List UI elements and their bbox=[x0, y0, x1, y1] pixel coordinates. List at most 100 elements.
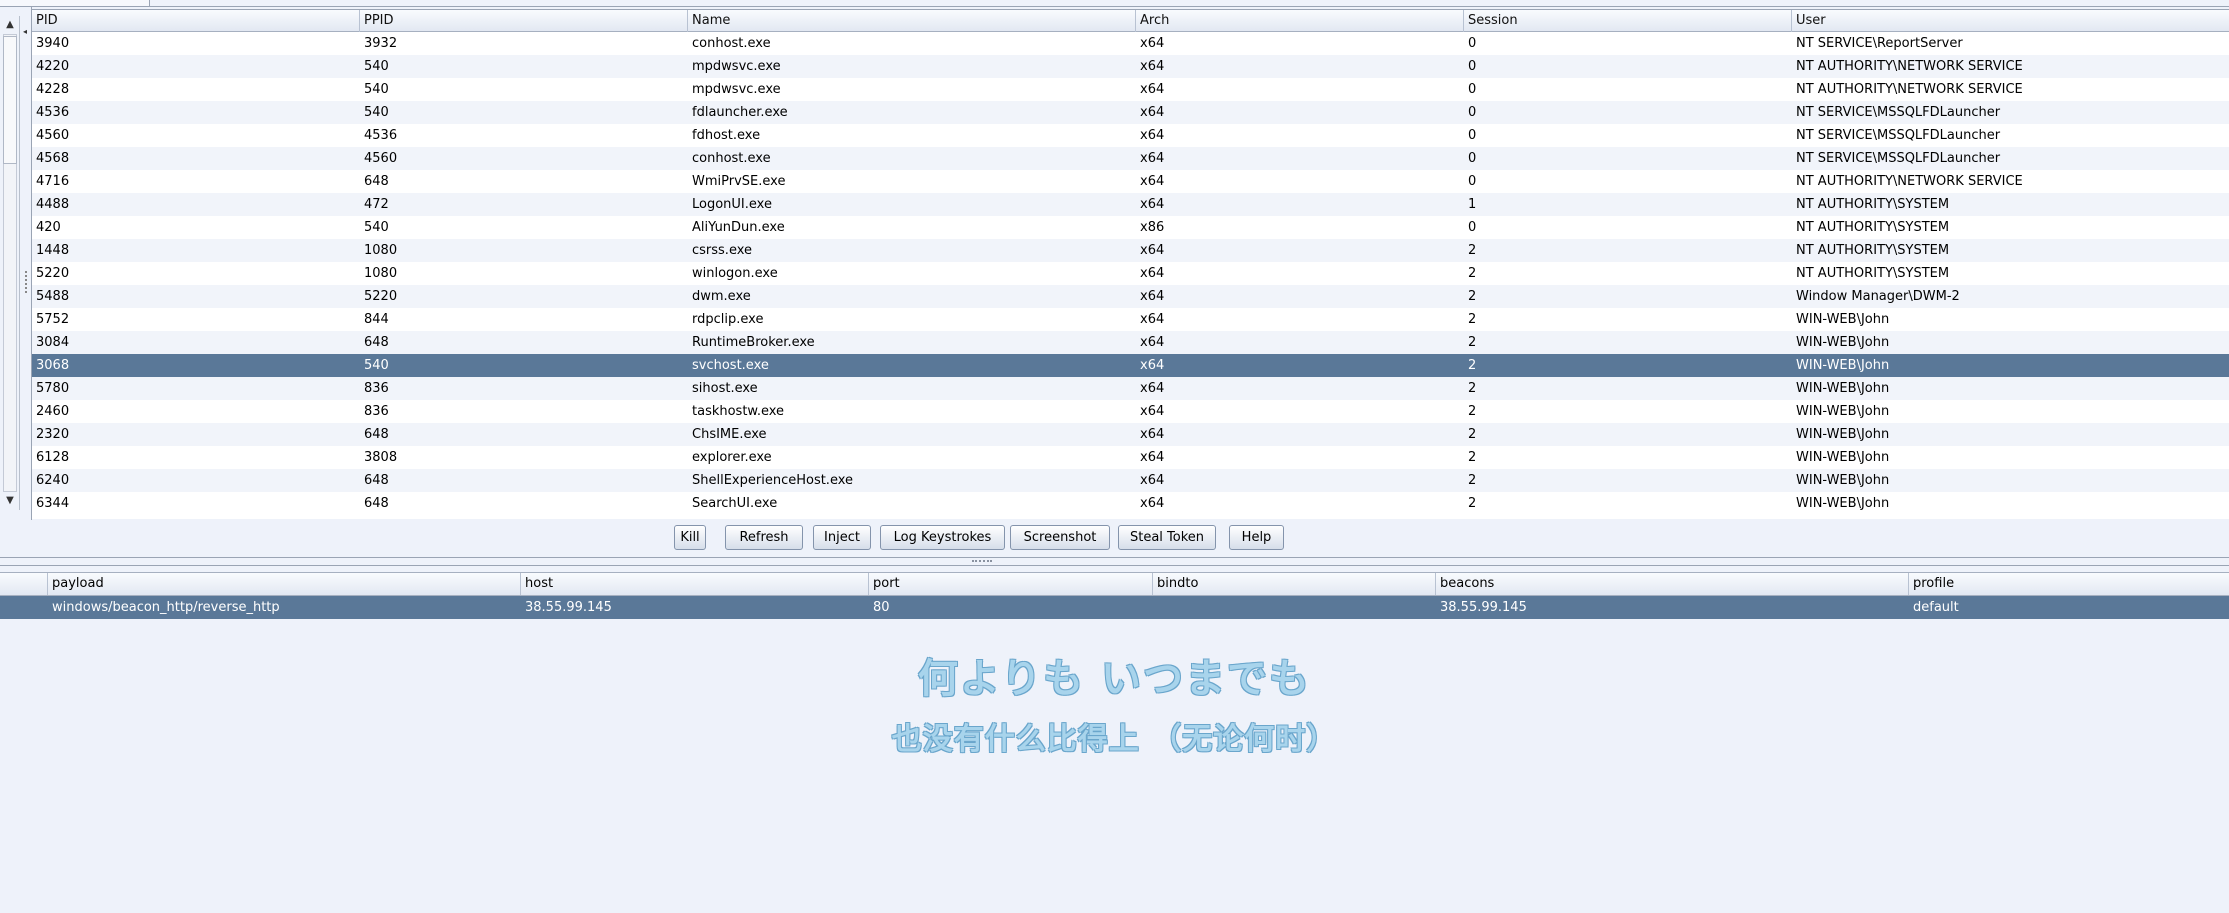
listener-header-gutter bbox=[0, 573, 48, 595]
process-cell-arch: x64 bbox=[1140, 243, 1165, 258]
process-row[interactable]: 4228 540 mpdwsvc.exe x64 0 NT AUTHORITY\NETWO… bbox=[32, 78, 2229, 101]
process-cell-user: Window Manager\DWM-2 bbox=[1796, 289, 1960, 304]
process-cell-pid: 5220 bbox=[36, 266, 70, 281]
listener-row[interactable]: windows/beacon_http/reverse_http 38.55.9… bbox=[0, 596, 2229, 619]
process-cell-arch: x64 bbox=[1140, 151, 1165, 166]
process-cell-ppid: 540 bbox=[364, 358, 389, 373]
column-header-session[interactable]: Session bbox=[1464, 10, 1792, 32]
process-cell-arch: x64 bbox=[1140, 266, 1165, 281]
process-cell-user: WIN-WEB\John bbox=[1796, 312, 1890, 327]
process-row[interactable]: 5752 844 rdpclip.exe x64 2 WIN-WEB\John bbox=[32, 308, 2229, 331]
column-header-ppid[interactable]: PPID bbox=[360, 10, 688, 32]
process-cell-name: ChsIME.exe bbox=[692, 427, 767, 442]
process-cell-pid: 3068 bbox=[36, 358, 70, 373]
process-row[interactable]: 4536 540 fdlauncher.exe x64 0 NT SERVICE\MSSQ… bbox=[32, 101, 2229, 124]
scroll-thumb[interactable] bbox=[3, 36, 17, 164]
process-cell-session: 2 bbox=[1468, 450, 1477, 465]
scroll-down-icon[interactable]: ▼ bbox=[3, 494, 17, 508]
listener-column-profile[interactable]: profile bbox=[1909, 573, 2229, 595]
top-tab[interactable] bbox=[0, 0, 150, 7]
process-cell-name: AliYunDun.exe bbox=[692, 220, 785, 235]
process-row[interactable]: 4488 472 LogonUI.exe x64 1 NT AUTHORITY\SYSTE… bbox=[32, 193, 2229, 216]
process-table-header: PID PPID Name Arch Session User bbox=[32, 10, 2229, 32]
process-row[interactable]: 4560 4536 fdhost.exe x64 0 NT SERVICE\MSSQLFD… bbox=[32, 124, 2229, 147]
log-keystrokes-button[interactable]: Log Keystrokes bbox=[880, 525, 1005, 550]
steal-token-button[interactable]: Steal Token bbox=[1118, 525, 1216, 550]
process-cell-ppid: 5220 bbox=[364, 289, 398, 304]
process-cell-arch: x64 bbox=[1140, 450, 1165, 465]
process-row[interactable]: 4716 648 WmiPrvSE.exe x64 0 NT AUTHORITY\NETW… bbox=[32, 170, 2229, 193]
process-cell-user: WIN-WEB\John bbox=[1796, 358, 1890, 373]
listener-table: payload host port bindto beacons profile… bbox=[0, 572, 2229, 620]
process-cell-user: WIN-WEB\John bbox=[1796, 427, 1890, 442]
inject-button[interactable]: Inject bbox=[813, 525, 871, 550]
process-cell-arch: x86 bbox=[1140, 220, 1165, 235]
process-cell-name: rdpclip.exe bbox=[692, 312, 764, 327]
process-cell-ppid: 4560 bbox=[364, 151, 398, 166]
process-row[interactable]: 6344 648 SearchUI.exe x64 2 WIN-WEB\John bbox=[32, 492, 2229, 515]
listener-column-payload[interactable]: payload bbox=[48, 573, 521, 595]
scroll-up-icon[interactable]: ▲ bbox=[3, 18, 17, 32]
help-button[interactable]: Help bbox=[1229, 525, 1284, 550]
process-cell-session: 0 bbox=[1468, 82, 1477, 97]
top-tab-border bbox=[150, 6, 2229, 7]
listener-table-header: payload host port bindto beacons profile bbox=[0, 572, 2229, 596]
process-row[interactable]: 3068 540 svchost.exe x64 2 WIN-WEB\John bbox=[32, 354, 2229, 377]
process-row[interactable]: 3084 648 RuntimeBroker.exe x64 2 WIN-WEB\John bbox=[32, 331, 2229, 354]
process-cell-name: taskhostw.exe bbox=[692, 404, 785, 419]
process-cell-name: dwm.exe bbox=[692, 289, 751, 304]
process-row[interactable]: 1448 1080 csrss.exe x64 2 NT AUTHORITY\SYSTEM bbox=[32, 239, 2229, 262]
process-cell-name: winlogon.exe bbox=[692, 266, 778, 281]
process-cell-session: 2 bbox=[1468, 358, 1477, 373]
column-header-name[interactable]: Name bbox=[688, 10, 1136, 32]
listener-column-beacons[interactable]: beacons bbox=[1436, 573, 1909, 595]
process-cell-user: NT AUTHORITY\NETWORK SERVICE bbox=[1796, 59, 2023, 74]
process-row[interactable]: 4220 540 mpdwsvc.exe x64 0 NT AUTHORITY\NETWO… bbox=[32, 55, 2229, 78]
process-cell-ppid: 3932 bbox=[364, 36, 398, 51]
collapse-arrow-icon[interactable]: ◂ bbox=[23, 27, 27, 36]
process-cell-arch: x64 bbox=[1140, 289, 1165, 304]
process-row[interactable]: 2320 648 ChsIME.exe x64 2 WIN-WEB\John bbox=[32, 423, 2229, 446]
process-row[interactable]: 420 540 AliYunDun.exe x86 0 NT AUTHORITY\SYST… bbox=[32, 216, 2229, 239]
process-cell-pid: 5780 bbox=[36, 381, 70, 396]
process-cell-pid: 4228 bbox=[36, 82, 70, 97]
process-cell-user: WIN-WEB\John bbox=[1796, 473, 1890, 488]
process-row[interactable]: 5780 836 sihost.exe x64 2 WIN-WEB\John bbox=[32, 377, 2229, 400]
process-cell-pid: 5752 bbox=[36, 312, 70, 327]
process-cell-user: WIN-WEB\John bbox=[1796, 335, 1890, 350]
column-header-arch[interactable]: Arch bbox=[1136, 10, 1464, 32]
column-header-user[interactable]: User bbox=[1792, 10, 2229, 32]
process-cell-user: NT AUTHORITY\SYSTEM bbox=[1796, 243, 1950, 258]
process-row[interactable]: 3940 3932 conhost.exe x64 0 NT SERVICE\Report… bbox=[32, 32, 2229, 55]
column-header-pid[interactable]: PID bbox=[32, 10, 360, 32]
process-cell-pid: 5488 bbox=[36, 289, 70, 304]
process-cell-name: conhost.exe bbox=[692, 36, 771, 51]
process-cell-session: 0 bbox=[1468, 151, 1477, 166]
kill-button[interactable]: Kill bbox=[674, 525, 706, 550]
process-table-body: 3940 3932 conhost.exe x64 0 NT SERVICE\Report… bbox=[32, 32, 2229, 515]
process-row[interactable]: 2460 836 taskhostw.exe x64 2 WIN-WEB\John bbox=[32, 400, 2229, 423]
process-row[interactable]: 5488 5220 dwm.exe x64 2 Window Manager\DWM-2 bbox=[32, 285, 2229, 308]
process-cell-ppid: 472 bbox=[364, 197, 389, 212]
process-scrollbar[interactable]: ▲ ▼ bbox=[0, 16, 20, 510]
process-cell-user: NT SERVICE\MSSQLFDLauncher bbox=[1796, 105, 2001, 120]
split-handle[interactable]: ◂ bbox=[22, 21, 30, 511]
listener-column-bindto[interactable]: bindto bbox=[1153, 573, 1436, 595]
process-cell-user: NT SERVICE\MSSQLFDLauncher bbox=[1796, 128, 2001, 143]
refresh-button[interactable]: Refresh bbox=[725, 525, 803, 550]
listener-column-host[interactable]: host bbox=[521, 573, 869, 595]
process-row[interactable]: 6240 648 ShellExperienceHost.exe x64 2 WIN-WE… bbox=[32, 469, 2229, 492]
process-cell-pid: 4488 bbox=[36, 197, 70, 212]
screenshot-button[interactable]: Screenshot bbox=[1010, 525, 1110, 550]
process-row[interactable]: 4568 4560 conhost.exe x64 0 NT SERVICE\MSSQLF… bbox=[32, 147, 2229, 170]
pane-divider[interactable] bbox=[0, 557, 2229, 566]
process-cell-pid: 4568 bbox=[36, 151, 70, 166]
process-row[interactable]: 6128 3808 explorer.exe x64 2 WIN-WEB\John bbox=[32, 446, 2229, 469]
listener-cell-payload: windows/beacon_http/reverse_http bbox=[52, 600, 280, 615]
listener-column-port[interactable]: port bbox=[869, 573, 1153, 595]
process-cell-ppid: 844 bbox=[364, 312, 389, 327]
process-cell-ppid: 648 bbox=[364, 174, 389, 189]
process-row[interactable]: 5220 1080 winlogon.exe x64 2 NT AUTHORITY\SYS… bbox=[32, 262, 2229, 285]
process-cell-name: conhost.exe bbox=[692, 151, 771, 166]
process-cell-ppid: 540 bbox=[364, 105, 389, 120]
